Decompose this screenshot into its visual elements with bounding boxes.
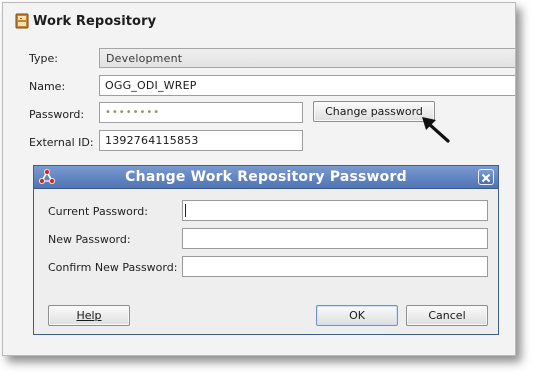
current-password-field[interactable]	[182, 200, 488, 221]
password-field[interactable]: ••••••••	[99, 102, 303, 123]
repository-icon	[15, 13, 29, 29]
name-field[interactable]: OGG_ODI_WREP	[99, 75, 515, 96]
confirm-password-label: Confirm New Password:	[48, 261, 178, 274]
ok-button[interactable]: OK	[316, 305, 398, 326]
current-password-label: Current Password:	[48, 205, 148, 218]
close-x-glyph	[481, 173, 491, 183]
window-title: Work Repository	[33, 13, 157, 29]
password-label: Password:	[29, 108, 85, 121]
window-header: Work Repository	[15, 13, 156, 29]
confirm-password-field[interactable]	[182, 256, 488, 277]
change-password-button[interactable]: Change password	[313, 101, 435, 122]
cancel-button[interactable]: Cancel	[406, 305, 488, 326]
help-button[interactable]: Help	[48, 305, 130, 326]
close-icon[interactable]	[478, 169, 494, 185]
external-id-field[interactable]: 1392764115853	[99, 130, 303, 151]
type-label: Type:	[29, 52, 58, 65]
name-label: Name:	[29, 80, 66, 93]
change-password-dialog: Change Work Repository Password Current …	[33, 165, 499, 335]
new-password-field[interactable]	[182, 228, 488, 249]
text-caret	[185, 204, 186, 217]
external-id-label: External ID:	[29, 136, 94, 149]
dialog-titlebar[interactable]: Change Work Repository Password	[34, 166, 498, 189]
dialog-title: Change Work Repository Password	[125, 169, 407, 185]
work-repository-window: Work Repository Type: Development Name: …	[2, 2, 516, 356]
type-select[interactable]: Development	[99, 48, 515, 68]
new-password-label: New Password:	[48, 233, 131, 246]
pointer-arrow-icon	[422, 117, 450, 143]
